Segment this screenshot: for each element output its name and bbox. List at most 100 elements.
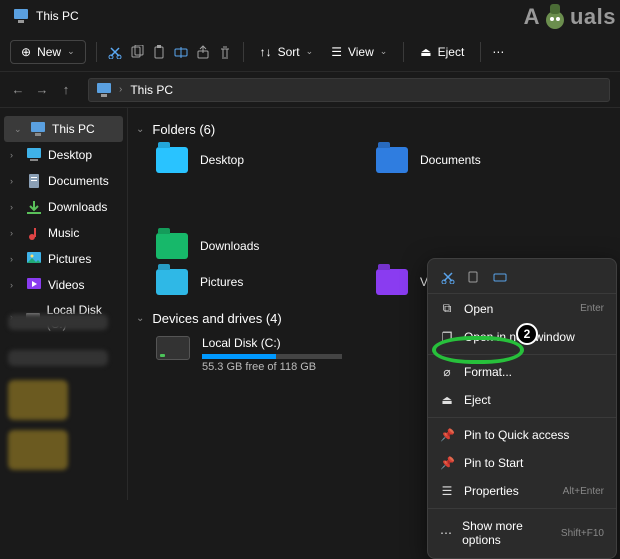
window-title: This PC bbox=[36, 9, 79, 23]
ctx-open[interactable]: ⧉ Open Enter bbox=[428, 294, 616, 323]
chevron-icon: › bbox=[10, 280, 20, 290]
annotation-step-2: 2 bbox=[516, 323, 538, 345]
folder-label: Documents bbox=[420, 153, 481, 167]
folder-pictures[interactable]: Pictures bbox=[156, 269, 316, 295]
music-icon bbox=[26, 225, 42, 241]
folders-section-header[interactable]: ⌄ Folders (6) bbox=[132, 116, 620, 143]
separator bbox=[403, 42, 404, 62]
more-button[interactable]: ⋯ bbox=[491, 44, 507, 60]
sidebar-item-videos[interactable]: › Videos bbox=[0, 272, 127, 298]
sidebar-item-label: Downloads bbox=[48, 200, 107, 214]
drive-name: Local Disk (C:) bbox=[202, 336, 342, 350]
sidebar-item-this-pc[interactable]: ⌄ This PC bbox=[4, 116, 123, 142]
watermark-text: A uals bbox=[524, 0, 616, 34]
sidebar-item-desktop[interactable]: › Desktop bbox=[0, 142, 127, 168]
ctx-item-label: Format... bbox=[464, 365, 512, 379]
desktop-icon bbox=[26, 147, 42, 163]
toolbar: ⊕ New ⌄ ↑↓ Sort ⌄ ☰ View ⌄ ⏏ Eject ⋯ bbox=[0, 32, 620, 72]
drive-usage-bar bbox=[202, 354, 342, 359]
ctx-pin-to-quick-access[interactable]: 📌 Pin to Quick access bbox=[428, 421, 616, 449]
copy-button[interactable] bbox=[129, 44, 145, 60]
chevron-icon: ⌄ bbox=[14, 124, 24, 135]
chevron-down-icon: ⌄ bbox=[380, 46, 388, 57]
ctx-properties[interactable]: ☰PropertiesAlt+Enter bbox=[428, 477, 616, 505]
more-icon: ⋯ bbox=[440, 526, 452, 540]
separator bbox=[428, 354, 616, 355]
ctx-pin-to-start[interactable]: 📌Pin to Start bbox=[428, 449, 616, 477]
eject-button[interactable]: ⏏ Eject bbox=[414, 41, 470, 63]
sidebar-item-label: Desktop bbox=[48, 148, 92, 162]
sidebar-item-label: This PC bbox=[52, 122, 95, 136]
view-button[interactable]: ☰ View ⌄ bbox=[325, 41, 393, 63]
sidebar-item-label: Videos bbox=[48, 278, 84, 292]
forward-button[interactable]: → bbox=[34, 82, 50, 97]
cut-button[interactable] bbox=[107, 44, 123, 60]
context-menu-quick-actions bbox=[428, 263, 616, 294]
ctx-item-label: Properties bbox=[464, 484, 519, 498]
shortcut-text: Enter bbox=[580, 303, 604, 314]
sort-icon: ↑↓ bbox=[260, 45, 272, 59]
ctx-item-label: Pin to Start bbox=[464, 456, 523, 470]
folder-label: Pictures bbox=[200, 275, 243, 289]
copy-button[interactable] bbox=[466, 269, 482, 285]
sidebar-item-pictures[interactable]: ›Pictures bbox=[0, 246, 127, 272]
pc-icon bbox=[14, 9, 28, 23]
chevron-icon: › bbox=[10, 150, 20, 160]
chevron-right-icon: › bbox=[119, 84, 122, 95]
ctx-item-label: Pin to Quick access bbox=[464, 428, 569, 442]
ctx-item-label: Eject bbox=[464, 393, 491, 407]
back-button[interactable]: ← bbox=[10, 82, 26, 97]
chevron-icon: › bbox=[10, 228, 20, 238]
address-bar[interactable]: › This PC bbox=[88, 78, 610, 102]
chevron-down-icon: ⌄ bbox=[67, 46, 75, 57]
separator bbox=[480, 42, 481, 62]
disk-icon bbox=[156, 336, 190, 360]
chevron-down-icon: ⌄ bbox=[136, 124, 144, 135]
blurred-area bbox=[8, 380, 68, 420]
paste-button[interactable] bbox=[151, 44, 167, 60]
separator bbox=[243, 42, 244, 62]
shortcut-text: Alt+Enter bbox=[563, 486, 604, 497]
separator bbox=[428, 508, 616, 509]
folder-desktop[interactable]: Desktop bbox=[156, 147, 316, 173]
sidebar-item-label: Pictures bbox=[48, 252, 91, 266]
sort-button[interactable]: ↑↓ Sort ⌄ bbox=[254, 41, 320, 63]
plus-icon: ⊕ bbox=[21, 45, 31, 59]
delete-button[interactable] bbox=[217, 44, 233, 60]
pictures-icon bbox=[26, 251, 42, 267]
sidebar-item-downloads[interactable]: ›Downloads bbox=[0, 194, 127, 220]
up-button[interactable]: ↑ bbox=[58, 82, 74, 97]
separator bbox=[428, 417, 616, 418]
blurred-area bbox=[8, 430, 68, 470]
blurred-area bbox=[8, 350, 108, 366]
sidebar-item-documents[interactable]: ›Documents bbox=[0, 168, 127, 194]
folder-downloads[interactable]: Downloads bbox=[156, 233, 316, 259]
downloads-icon bbox=[26, 199, 42, 215]
rename-button[interactable] bbox=[492, 269, 508, 285]
drive-free-text: 55.3 GB free of 118 GB bbox=[202, 361, 342, 373]
videos-icon bbox=[26, 277, 42, 293]
nav-row: ← → ↑ › This PC bbox=[0, 72, 620, 108]
chevron-icon: › bbox=[10, 176, 20, 186]
folder-label: Downloads bbox=[200, 239, 259, 253]
ctx-item-label: Open bbox=[464, 302, 493, 316]
folder-documents[interactable]: Documents bbox=[376, 147, 536, 173]
folder-icon bbox=[156, 233, 188, 259]
folder-icon bbox=[156, 269, 188, 295]
sidebar-item-label: Music bbox=[48, 226, 79, 240]
ctx-eject[interactable]: ⏏Eject bbox=[428, 386, 616, 414]
context-menu: ⧉OpenEnter❐Open in new window⌀Format...⏏… bbox=[427, 258, 617, 559]
rename-button[interactable] bbox=[173, 44, 189, 60]
pin-icon: 📌 bbox=[440, 428, 454, 442]
share-button[interactable] bbox=[195, 44, 211, 60]
folder-icon bbox=[376, 269, 408, 295]
new-button[interactable]: ⊕ New ⌄ bbox=[10, 40, 86, 64]
documents-icon bbox=[26, 173, 42, 189]
cut-button[interactable] bbox=[440, 269, 456, 285]
open-icon: ⧉ bbox=[440, 301, 454, 316]
sidebar-item-music[interactable]: › Music bbox=[0, 220, 127, 246]
ctx-show-more-options[interactable]: ⋯Show more optionsShift+F10 bbox=[428, 512, 616, 554]
ctx-format-[interactable]: ⌀ Format... bbox=[428, 358, 616, 386]
view-icon: ☰ bbox=[331, 45, 342, 59]
format-icon: ⌀ bbox=[440, 365, 454, 379]
